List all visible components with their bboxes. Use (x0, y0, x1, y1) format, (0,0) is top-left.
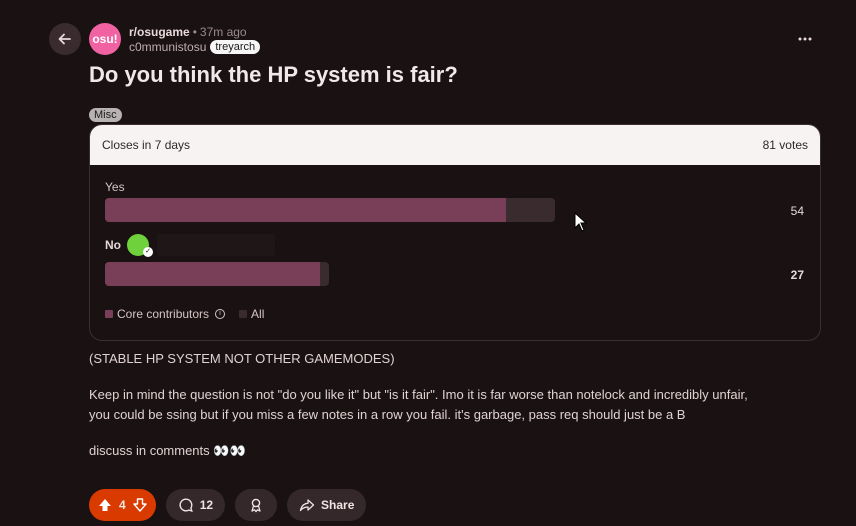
post-title: Do you think the HP system is fair? (89, 62, 458, 87)
comment-count: 12 (199, 498, 214, 512)
poll-count-yes: 54 (790, 204, 804, 218)
placeholder-block (157, 234, 275, 256)
upvote-icon[interactable] (97, 497, 113, 513)
post-actions: 4 12 Share (89, 489, 367, 521)
post-time: 37m ago (199, 25, 247, 39)
option-yes-label: Yes (105, 180, 125, 194)
author-line: c0mmunistosu treyarch (129, 40, 261, 54)
poll-legend: Core contributors i All (105, 307, 264, 321)
user-flair: treyarch (210, 40, 261, 54)
post-body-line: you could be ssing but if you miss a few… (89, 407, 686, 422)
option-no-label: No (105, 238, 121, 252)
vote-control: 4 (89, 489, 156, 521)
award-icon (251, 498, 261, 513)
downvote-icon[interactable] (132, 497, 148, 513)
legend-all-label: All (251, 307, 265, 321)
legend-all-swatch (239, 310, 248, 318)
arrow-left-icon (58, 33, 71, 45)
poll-option-label: Yes (105, 180, 125, 194)
comments-button[interactable]: 12 (165, 489, 226, 521)
mouse-cursor-icon (574, 212, 588, 232)
post-flair[interactable]: Misc (89, 108, 122, 122)
post-meta: r/osugame • 37m ago (129, 25, 247, 39)
back-button[interactable] (49, 23, 81, 55)
poll-bar-no-fill (105, 262, 321, 286)
more-options-button[interactable] (794, 28, 816, 50)
poll-header: Closes in 7 days 81 votes (90, 125, 820, 165)
share-label: Share (321, 498, 355, 512)
subreddit-link[interactable]: r/osugame (129, 25, 190, 39)
poll-votes: 81 votes (762, 138, 808, 152)
meta-separator: • (192, 25, 197, 39)
legend-core-swatch (105, 310, 113, 318)
poll-bar-yes-fill (105, 198, 506, 222)
info-icon[interactable]: i (215, 309, 226, 319)
poll-bar-yes (105, 198, 555, 222)
comment-icon (179, 498, 193, 513)
poll-bar-no (105, 262, 329, 286)
vote-score: 4 (119, 498, 126, 512)
post-body-line: Keep in mind the question is not "do you… (89, 387, 748, 402)
post-body-line: discuss in comments 👀👀 (89, 443, 246, 458)
poll-count-no: 27 (790, 268, 804, 282)
poll-card: Closes in 7 days 81 votes Yes 54 No ✓ 27… (89, 124, 821, 341)
post-body-line: (STABLE HP SYSTEM NOT OTHER GAMEMODES) (89, 351, 395, 366)
subreddit-avatar[interactable]: osu! (89, 23, 121, 55)
author-link[interactable]: c0mmunistosu (129, 40, 206, 54)
poll-closes: Closes in 7 days (102, 138, 191, 152)
more-horizontal-icon (798, 37, 812, 41)
poll-option-label: No ✓ (105, 234, 275, 257)
legend-core-label: Core contributors (117, 307, 210, 321)
checkmark-icon: ✓ (143, 247, 153, 257)
voter-avatar-icon: ✓ (127, 234, 153, 257)
share-icon (299, 499, 315, 512)
award-button[interactable] (235, 489, 278, 521)
share-button[interactable]: Share (287, 489, 367, 521)
